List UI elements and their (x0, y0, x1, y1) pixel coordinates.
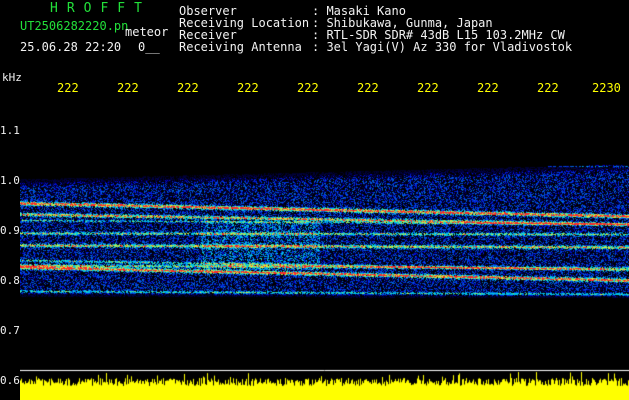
x-tick-1: 222 (57, 81, 79, 95)
x-tick-5: 222 (297, 81, 319, 95)
antenna-value: : 3el Yagi(V) Az 330 for Vladivostok (312, 40, 573, 54)
x-tick-2: 222 (117, 81, 139, 95)
event-label: meteor (125, 25, 169, 39)
x-tick-8: 222 (477, 81, 499, 95)
y-tick-0-7: 0.7 (0, 324, 20, 337)
antenna-label: Receiving Antenna (179, 40, 302, 54)
waterfall-spectrogram (20, 100, 629, 400)
y-tick-1-1: 1.1 (0, 124, 20, 137)
hrofft-screen: HROFFT UT2506282220.pn meteor 25.06.28 2… (0, 0, 629, 400)
file-name: UT2506282220.pn (20, 19, 129, 33)
x-tick-9: 222 (537, 81, 559, 95)
event-counter: 0__ (138, 40, 160, 54)
x-tick-3: 222 (177, 81, 199, 95)
x-tick-6: 222 (357, 81, 379, 95)
spectrogram-canvas (20, 100, 629, 400)
x-tick-10: 2230 (592, 81, 621, 95)
y-tick-0-9: 0.9 (0, 224, 20, 237)
y-axis-unit: kHz (2, 71, 22, 84)
x-tick-4: 222 (237, 81, 259, 95)
x-tick-7: 222 (417, 81, 439, 95)
timestamp: 25.06.28 22:20 (20, 40, 122, 54)
brand-title: HROFFT (50, 1, 151, 16)
y-tick-0-6: 0.6 (0, 374, 20, 387)
y-tick-1-0: 1.0 (0, 174, 20, 187)
y-tick-0-8: 0.8 (0, 274, 20, 287)
